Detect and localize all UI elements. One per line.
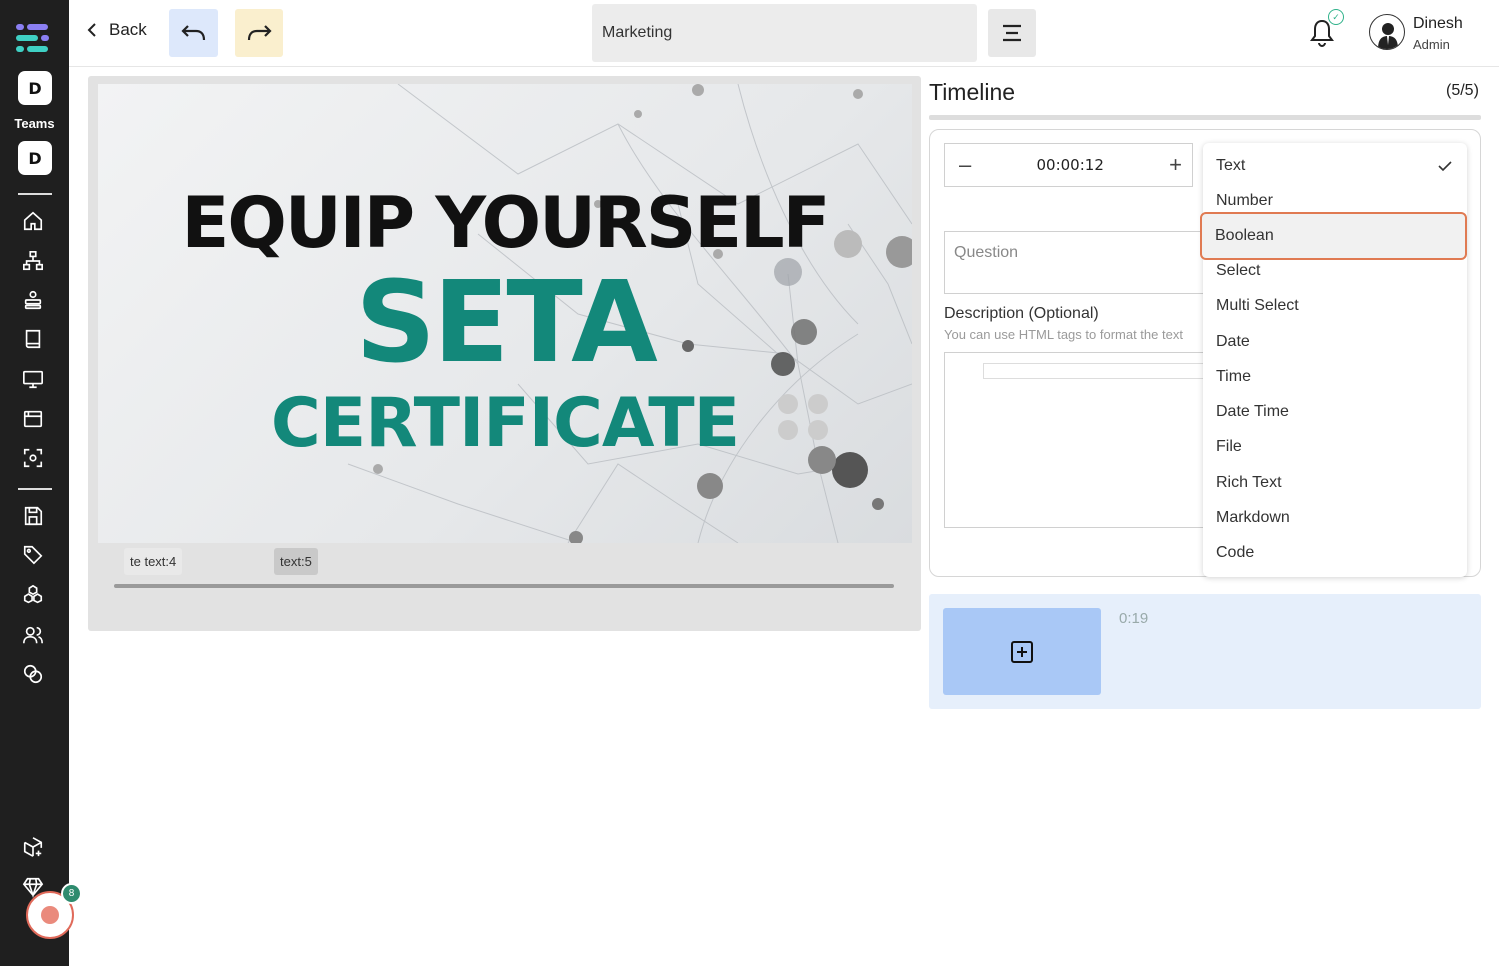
teams-label: Teams	[14, 116, 55, 131]
description-hint: You can use HTML tags to format the text	[944, 327, 1183, 342]
check-icon	[1438, 161, 1452, 172]
editor-toolbar[interactable]	[983, 363, 1233, 379]
video-preview-panel: EQUIP YOURSELF SETA CERTIFICATE	[88, 76, 921, 631]
dropdown-option-label: Select	[1216, 262, 1261, 279]
dropdown-option-file[interactable]: File	[1203, 430, 1467, 464]
dropdown-option-date-time[interactable]: Date Time	[1203, 395, 1467, 429]
book-icon[interactable]	[21, 327, 45, 351]
dropdown-option-time[interactable]: Time	[1203, 360, 1467, 394]
chevron-left-icon	[87, 23, 96, 37]
dropdown-option-markdown[interactable]: Markdown	[1203, 501, 1467, 535]
save-icon[interactable]	[21, 504, 45, 528]
description-label: Description (Optional)	[944, 305, 1099, 322]
question-input[interactable]: Question	[944, 231, 1234, 294]
menu-button[interactable]	[988, 9, 1036, 57]
record-count-badge: 8	[61, 883, 82, 904]
plus-square-icon	[1011, 640, 1033, 663]
redo-button[interactable]	[235, 9, 283, 57]
users-icon[interactable]	[21, 623, 45, 647]
decrement-button[interactable]: –	[959, 152, 971, 178]
video-scrub-bar[interactable]	[114, 584, 894, 588]
app-logo-icon[interactable]	[16, 24, 50, 54]
dropdown-option-label: Markdown	[1216, 509, 1290, 526]
team-badge[interactable]: D	[18, 71, 52, 105]
dropdown-option-boolean[interactable]: Boolean	[1200, 212, 1467, 260]
scan-icon[interactable]	[21, 446, 45, 470]
dropdown-option-rich-text[interactable]: Rich Text	[1203, 466, 1467, 500]
add-question-time: 0:19	[1119, 610, 1149, 627]
dropdown-option-label: Text	[1216, 157, 1246, 174]
back-button[interactable]: Back	[85, 20, 147, 40]
dropdown-option-code[interactable]: Code	[1203, 536, 1467, 570]
timeline-text-chip-4[interactable]: te text:4	[124, 548, 183, 575]
box-plus-icon[interactable]	[21, 835, 45, 859]
tag-icon[interactable]	[21, 543, 45, 567]
sidebar: D Teams D	[0, 0, 69, 966]
timeline-title: Timeline	[929, 79, 1016, 105]
description-editor[interactable]	[944, 352, 1234, 528]
video-headline-certificate: CERTIFICATE	[270, 384, 740, 463]
dropdown-option-label: Multi Select	[1216, 297, 1299, 314]
video-frame[interactable]: EQUIP YOURSELF SETA CERTIFICATE	[98, 84, 912, 543]
back-label: Back	[109, 20, 147, 39]
add-question-button[interactable]	[943, 608, 1101, 695]
time-stepper[interactable]: – 00:00:12 +	[944, 143, 1193, 187]
project-title-field[interactable]: Marketing	[592, 4, 977, 62]
browser-icon[interactable]	[21, 407, 45, 431]
dropdown-option-multi-select[interactable]: Multi Select	[1203, 289, 1467, 323]
stack-icon[interactable]	[21, 288, 45, 312]
coins-icon[interactable]	[21, 662, 45, 686]
align-menu-icon	[1003, 24, 1021, 42]
timeline-count: (5/5)	[1446, 82, 1479, 99]
redo-icon	[247, 25, 272, 41]
user-role: Admin	[1413, 37, 1450, 52]
undo-icon	[180, 25, 205, 41]
sidebar-divider-2	[18, 488, 52, 490]
dropdown-option-date[interactable]: Date	[1203, 325, 1467, 359]
cubes-icon[interactable]	[21, 583, 45, 607]
timeline-text-chip-5[interactable]: text:5	[274, 548, 318, 575]
monitor-icon[interactable]	[21, 367, 45, 391]
video-headline-equip: EQUIP YOURSELF	[181, 182, 831, 264]
dropdown-option-label: Rich Text	[1216, 474, 1282, 491]
video-headline-seta: SETA	[355, 258, 658, 388]
time-value[interactable]: 00:00:12	[1037, 156, 1104, 174]
dropdown-option-label: File	[1216, 438, 1242, 455]
user-name[interactable]: Dinesh	[1413, 15, 1463, 33]
top-bar: Back Marketing ✓ Dinesh Admin	[69, 0, 1499, 67]
team-badge-secondary[interactable]: D	[18, 141, 52, 175]
add-question-panel: 0:19	[929, 594, 1481, 709]
dropdown-option-label: Number	[1216, 192, 1273, 209]
dropdown-option-label: Code	[1216, 544, 1255, 561]
timeline-progress-bar	[929, 115, 1481, 120]
dropdown-option-label: Boolean	[1215, 227, 1274, 244]
dropdown-option-select[interactable]: Select	[1203, 254, 1467, 288]
record-dot-icon	[41, 906, 59, 924]
increment-button[interactable]: +	[1169, 152, 1182, 178]
dropdown-option-text[interactable]: Text	[1203, 149, 1467, 183]
home-icon[interactable]	[21, 209, 45, 233]
sidebar-divider	[18, 193, 52, 195]
dropdown-option-label: Date	[1216, 333, 1250, 350]
sitemap-icon[interactable]	[21, 249, 45, 273]
notification-check-icon: ✓	[1328, 9, 1344, 25]
answer-type-dropdown[interactable]: Text Number Boolean Select Multi Select …	[1200, 143, 1467, 577]
undo-button[interactable]	[169, 9, 218, 57]
dropdown-option-label: Time	[1216, 368, 1251, 385]
avatar[interactable]	[1369, 14, 1405, 50]
dropdown-option-label: Date Time	[1216, 403, 1289, 420]
